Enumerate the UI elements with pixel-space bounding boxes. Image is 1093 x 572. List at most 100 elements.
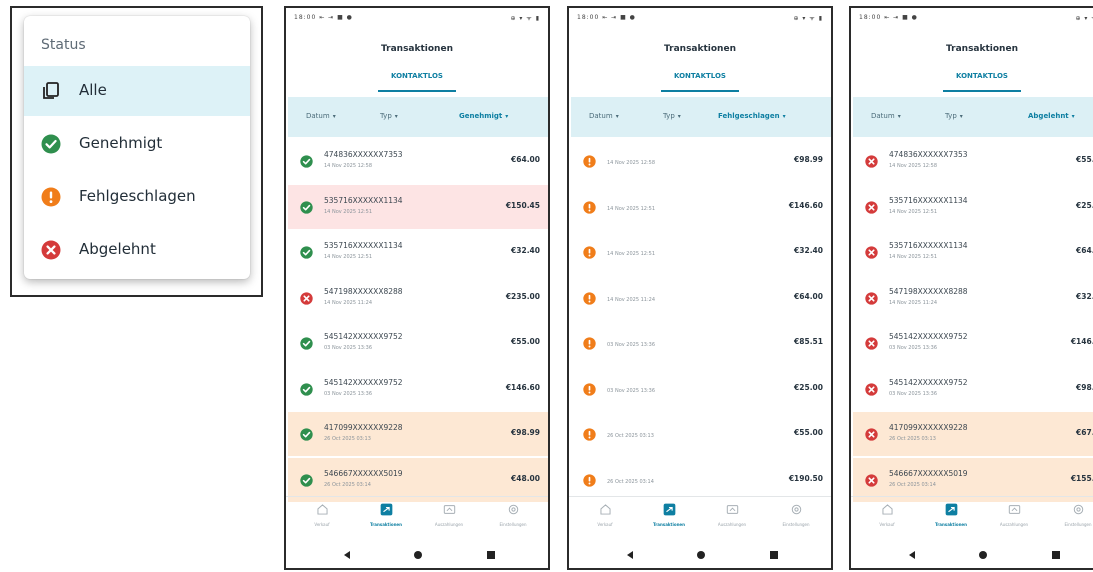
filter-status[interactable]: Genehmigt ▾ bbox=[459, 112, 508, 120]
transaction-row[interactable]: 547198XXXXXX8288 14 Nov 2025 11:24 €32.40 bbox=[853, 276, 1093, 320]
chevron-down-icon: ▾ bbox=[394, 113, 398, 120]
transaction-amount: €235.00 bbox=[505, 291, 540, 301]
nav-item[interactable]: Einstellungen bbox=[1046, 503, 1093, 527]
transaction-row[interactable]: 14 Nov 2025 12:58 €98.99 bbox=[571, 139, 831, 183]
transaction-amount: €55.00 bbox=[794, 428, 823, 437]
back-icon[interactable] bbox=[344, 551, 350, 559]
x-circle-icon bbox=[865, 428, 878, 441]
status-bar: 18:00 ⇤ ⇥ ■ ● ⊕ ▾ ᯤ ▮ bbox=[569, 8, 831, 32]
transaction-date: 14 Nov 2025 12:58 bbox=[324, 163, 373, 169]
filter-status[interactable]: Abgelehnt ▾ bbox=[1028, 112, 1075, 120]
tab-contactless[interactable]: KONTAKTLOS bbox=[367, 72, 467, 80]
nav-item[interactable]: Transaktionen bbox=[354, 503, 418, 527]
x-circle-icon bbox=[865, 291, 878, 305]
transactions-icon bbox=[663, 503, 675, 516]
settings-icon bbox=[508, 504, 518, 515]
home-button-icon[interactable] bbox=[697, 551, 705, 559]
nav-item[interactable]: Transaktionen bbox=[637, 503, 701, 527]
card-number: 545142XXXXXX9752 bbox=[324, 332, 403, 341]
transaction-amount: €32.40 bbox=[794, 246, 823, 255]
transaction-row[interactable]: 03 Nov 2025 13:36 €85.51 bbox=[571, 321, 831, 365]
transaction-row[interactable]: 535716XXXXXX1134 14 Nov 2025 12:51 €64.00 bbox=[853, 230, 1093, 274]
tab-contactless[interactable]: KONTAKTLOS bbox=[650, 72, 750, 80]
filter-date[interactable]: Datum ▾ bbox=[871, 112, 901, 120]
nav-item[interactable]: Auszahlungen bbox=[417, 503, 481, 527]
exclamation-circle-icon bbox=[583, 291, 596, 305]
nav-item[interactable]: Verkauf bbox=[855, 503, 919, 527]
filter-label: Abgelehnt bbox=[1028, 112, 1069, 120]
back-icon[interactable] bbox=[909, 551, 915, 559]
filter-type[interactable]: Typ ▾ bbox=[663, 112, 681, 120]
filter-type[interactable]: Typ ▾ bbox=[380, 112, 398, 120]
settings-icon bbox=[1073, 504, 1083, 515]
card-number: 474836XXXXXX7353 bbox=[324, 150, 403, 159]
transaction-row[interactable]: 535716XXXXXX1134 14 Nov 2025 12:51 €150.45 bbox=[288, 184, 548, 229]
nav-item[interactable]: Transaktionen bbox=[919, 503, 983, 527]
filter-bar: Datum ▾ Typ ▾ Genehmigt ▾ bbox=[288, 97, 548, 137]
filter-label: Datum bbox=[871, 112, 895, 120]
transaction-row[interactable]: 26 Oct 2025 03:14 €190.50 bbox=[571, 458, 831, 502]
recent-apps-icon[interactable] bbox=[770, 551, 778, 559]
transaction-row[interactable]: 417099XXXXXX9228 26 Oct 2025 03:13 €67.60 bbox=[853, 412, 1093, 456]
status-bar: 18:00 ⇤ ⇥ ■ ● ⊕ ▾ ᯤ ▮ bbox=[286, 8, 548, 32]
transaction-row[interactable]: 03 Nov 2025 13:36 €25.00 bbox=[571, 367, 831, 411]
home-button-icon[interactable] bbox=[979, 551, 987, 559]
filter-label: Datum bbox=[589, 112, 613, 120]
nav-item[interactable]: Verkauf bbox=[290, 503, 354, 527]
transaction-row[interactable]: 26 Oct 2025 03:13 €55.00 bbox=[571, 412, 831, 456]
recent-apps-icon[interactable] bbox=[487, 551, 495, 559]
transaction-amount: €64.00 bbox=[511, 155, 540, 164]
transaction-amount: €98.99 bbox=[794, 155, 823, 164]
status-option-all[interactable]: Alle bbox=[24, 66, 250, 116]
transaction-row[interactable]: 545142XXXXXX9752 03 Nov 2025 13:36 €98.99 bbox=[853, 367, 1093, 411]
nav-item[interactable]: Verkauf bbox=[573, 503, 637, 527]
transaction-row[interactable]: 474836XXXXXX7353 14 Nov 2025 12:58 €64.00 bbox=[288, 139, 548, 183]
nav-item[interactable]: Auszahlungen bbox=[700, 503, 764, 527]
transaction-amount: €150.45 bbox=[505, 200, 540, 210]
transaction-row[interactable]: 14 Nov 2025 12:51 €146.60 bbox=[571, 185, 831, 229]
home-button-icon[interactable] bbox=[414, 551, 422, 559]
chevron-down-icon: ▾ bbox=[782, 113, 786, 120]
page-title: Transaktionen bbox=[946, 44, 1018, 54]
filter-date[interactable]: Datum ▾ bbox=[589, 112, 619, 120]
chevron-down-icon: ▾ bbox=[505, 113, 509, 120]
filter-status[interactable]: Fehlgeschlagen ▾ bbox=[718, 112, 786, 120]
bottom-navigation: Verkauf Transaktionen Auszahlungen Einstell… bbox=[851, 496, 1093, 540]
transaction-row[interactable]: 547198XXXXXX8288 14 Nov 2025 11:24 €235.00 bbox=[288, 276, 548, 320]
status-option-label: Genehmigt bbox=[79, 134, 163, 152]
transaction-date: 26 Oct 2025 03:13 bbox=[607, 433, 654, 439]
transaction-date: 26 Oct 2025 03:13 bbox=[889, 436, 936, 442]
nav-item[interactable]: Einstellungen bbox=[481, 503, 545, 527]
card-number: 545142XXXXXX9752 bbox=[889, 377, 968, 387]
transaction-row[interactable]: 474836XXXXXX7353 14 Nov 2025 12:58 €55.00 bbox=[853, 139, 1093, 183]
status-option-declined[interactable]: Abgelehnt bbox=[24, 225, 250, 275]
status-bar-left: 18:00 ⇤ ⇥ ■ ● bbox=[294, 14, 353, 21]
settings-icon bbox=[791, 504, 801, 515]
nav-item[interactable]: Einstellungen bbox=[764, 503, 828, 527]
recent-apps-icon[interactable] bbox=[1052, 551, 1060, 559]
exclamation-circle-icon bbox=[41, 187, 61, 207]
transaction-row[interactable]: 546667XXXXXX5019 26 Oct 2025 03:14 €155.00 bbox=[853, 457, 1093, 502]
back-icon[interactable] bbox=[627, 551, 633, 559]
transaction-row[interactable]: 14 Nov 2025 11:24 €64.00 bbox=[571, 276, 831, 320]
nav-item[interactable]: Auszahlungen bbox=[982, 503, 1046, 527]
status-option-approved[interactable]: Genehmigt bbox=[24, 119, 250, 169]
x-circle-icon bbox=[865, 155, 878, 168]
transaction-row[interactable]: 545142XXXXXX9752 03 Nov 2025 13:36 €146.60 bbox=[288, 367, 548, 411]
transaction-row[interactable]: 545142XXXXXX9752 03 Nov 2025 13:36 €55.00 bbox=[288, 321, 548, 365]
transaction-row[interactable]: 14 Nov 2025 12:51 €32.40 bbox=[571, 230, 831, 274]
filter-label: Typ bbox=[380, 112, 392, 120]
transaction-row[interactable]: 535716XXXXXX1134 14 Nov 2025 12:51 €32.40 bbox=[288, 230, 548, 274]
transaction-row[interactable]: 535716XXXXXX1134 14 Nov 2025 12:51 €25.00 bbox=[853, 185, 1093, 229]
transaction-row[interactable]: 546667XXXXXX5019 26 Oct 2025 03:14 €48.00 bbox=[288, 457, 548, 502]
transaction-row[interactable]: 417099XXXXXX9228 26 Oct 2025 03:13 €98.99 bbox=[288, 412, 548, 456]
status-option-failed[interactable]: Fehlgeschlagen bbox=[24, 172, 250, 222]
filter-type[interactable]: Typ ▾ bbox=[945, 112, 963, 120]
status-option-label: Alle bbox=[79, 81, 107, 99]
filter-date[interactable]: Datum ▾ bbox=[306, 112, 336, 120]
tab-contactless[interactable]: KONTAKTLOS bbox=[932, 72, 1032, 80]
transaction-amount: €146.60 bbox=[505, 382, 540, 392]
transaction-date: 26 Oct 2025 03:14 bbox=[607, 478, 654, 485]
tab-active-indicator bbox=[661, 90, 739, 92]
transaction-row[interactable]: 545142XXXXXX9752 03 Nov 2025 13:36 €146.60 bbox=[853, 321, 1093, 365]
